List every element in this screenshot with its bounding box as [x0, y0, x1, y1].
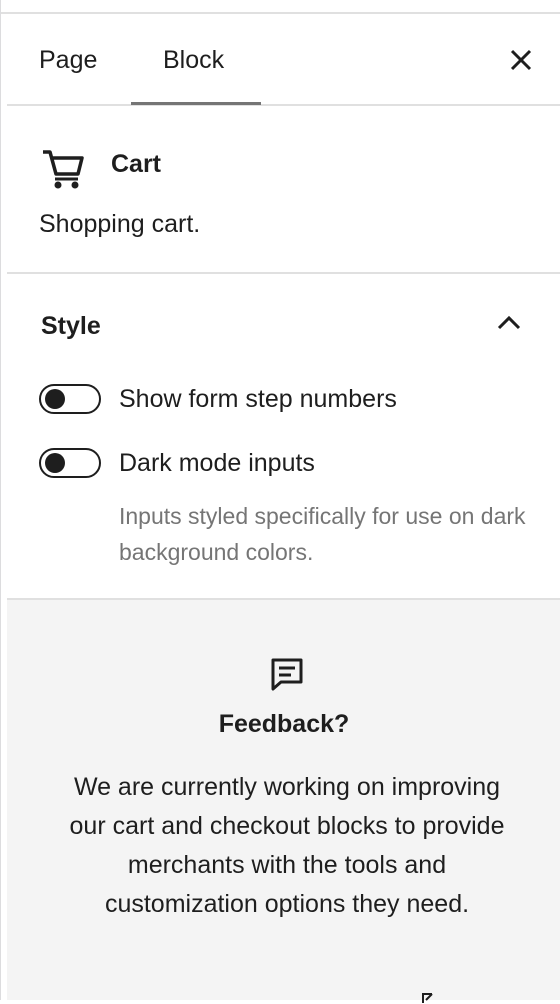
style-panel-toggle[interactable]: Style: [41, 312, 101, 341]
external-link-icon[interactable]: [415, 992, 435, 1004]
feedback-text: We are currently working on improving ou…: [69, 773, 505, 918]
block-settings-sidebar: Page Block Cart Shopping cart. Style Sho…: [0, 0, 560, 1003]
style-panel: Style Show form step numbers Dark mode i…: [7, 274, 560, 600]
block-title: Cart: [111, 150, 162, 178]
cart-icon: [43, 150, 84, 189]
block-description: Shopping cart.: [39, 210, 201, 238]
toggle-knob: [45, 453, 65, 473]
active-tab-indicator: [131, 102, 261, 105]
feedback-panel: Feedback? We are currently working on im…: [7, 600, 560, 1003]
close-icon[interactable]: [507, 46, 535, 74]
chevron-up-icon[interactable]: [495, 312, 523, 332]
dark-mode-inputs-toggle[interactable]: [39, 448, 101, 478]
dark-mode-inputs-label: Dark mode inputs: [119, 449, 315, 477]
comment-icon: [271, 658, 303, 691]
show-step-numbers-label: Show form step numbers: [119, 385, 397, 413]
feedback-title: Feedback?: [218, 710, 350, 738]
show-step-numbers-toggle[interactable]: [39, 384, 101, 414]
sidebar-tabs: Page Block: [7, 14, 560, 106]
dark-mode-help-text: Inputs styled specifically for use on da…: [119, 503, 526, 565]
tab-page[interactable]: Page: [39, 14, 97, 106]
tab-block[interactable]: Block: [163, 14, 224, 106]
toggle-knob: [45, 389, 65, 409]
block-card: Cart Shopping cart.: [7, 106, 560, 274]
